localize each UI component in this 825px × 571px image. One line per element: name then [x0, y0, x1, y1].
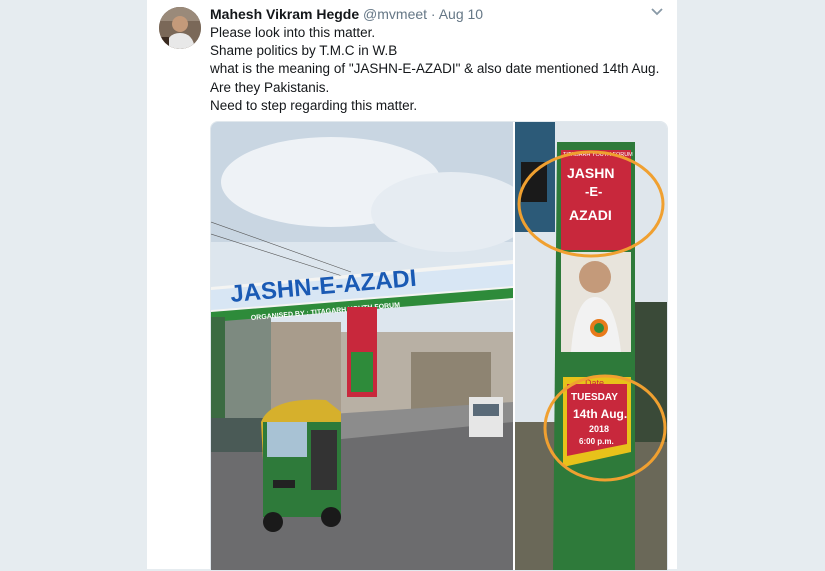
sign-word-e: -E- — [585, 184, 602, 199]
tweet-timestamp[interactable]: Aug 10 — [439, 6, 483, 22]
author-handle[interactable]: @mvmeet — [363, 6, 427, 22]
media-photo-street[interactable]: JASHN-E-AZADI ORGANISED BY : TITAGARH YO… — [211, 122, 513, 570]
separator: · — [430, 6, 436, 22]
tweet-line: what is the meaning of "JASHN-E-AZADI" &… — [210, 61, 660, 77]
date-day: TUESDAY — [571, 392, 618, 403]
tweet-header: Mahesh Vikram Hegde @mvmeet · Aug 10 — [210, 5, 483, 23]
date-year: 2018 — [589, 424, 609, 434]
tweet-line: Shame politics by T.M.C in W.B — [210, 43, 398, 59]
author-name[interactable]: Mahesh Vikram Hegde — [210, 6, 359, 22]
media-photo-sign[interactable]: TITAGARH YOUTH FORUM JASHN -E- AZADI Dat… — [515, 122, 667, 570]
tweet-line: Need to step regarding this matter. — [210, 97, 418, 113]
tweet-media[interactable]: JASHN-E-AZADI ORGANISED BY : TITAGARH YO… — [210, 121, 668, 571]
date-date: 14th Aug. — [573, 407, 627, 421]
chevron-down-icon[interactable] — [651, 6, 663, 20]
tweet-text: Please look into this matter. Shame poli… — [210, 24, 665, 115]
tweet-line: Please look into this matter. — [210, 25, 376, 40]
tweet-line: Are they Pakistanis. — [210, 79, 330, 95]
sign-word-azadi: AZADI — [569, 207, 612, 223]
tweet-card[interactable]: Mahesh Vikram Hegde @mvmeet · Aug 10 Ple… — [147, 0, 677, 571]
avatar[interactable] — [159, 7, 201, 49]
date-time: 6:00 p.m. — [579, 437, 614, 446]
sign-word-jashn: JASHN — [567, 165, 614, 181]
